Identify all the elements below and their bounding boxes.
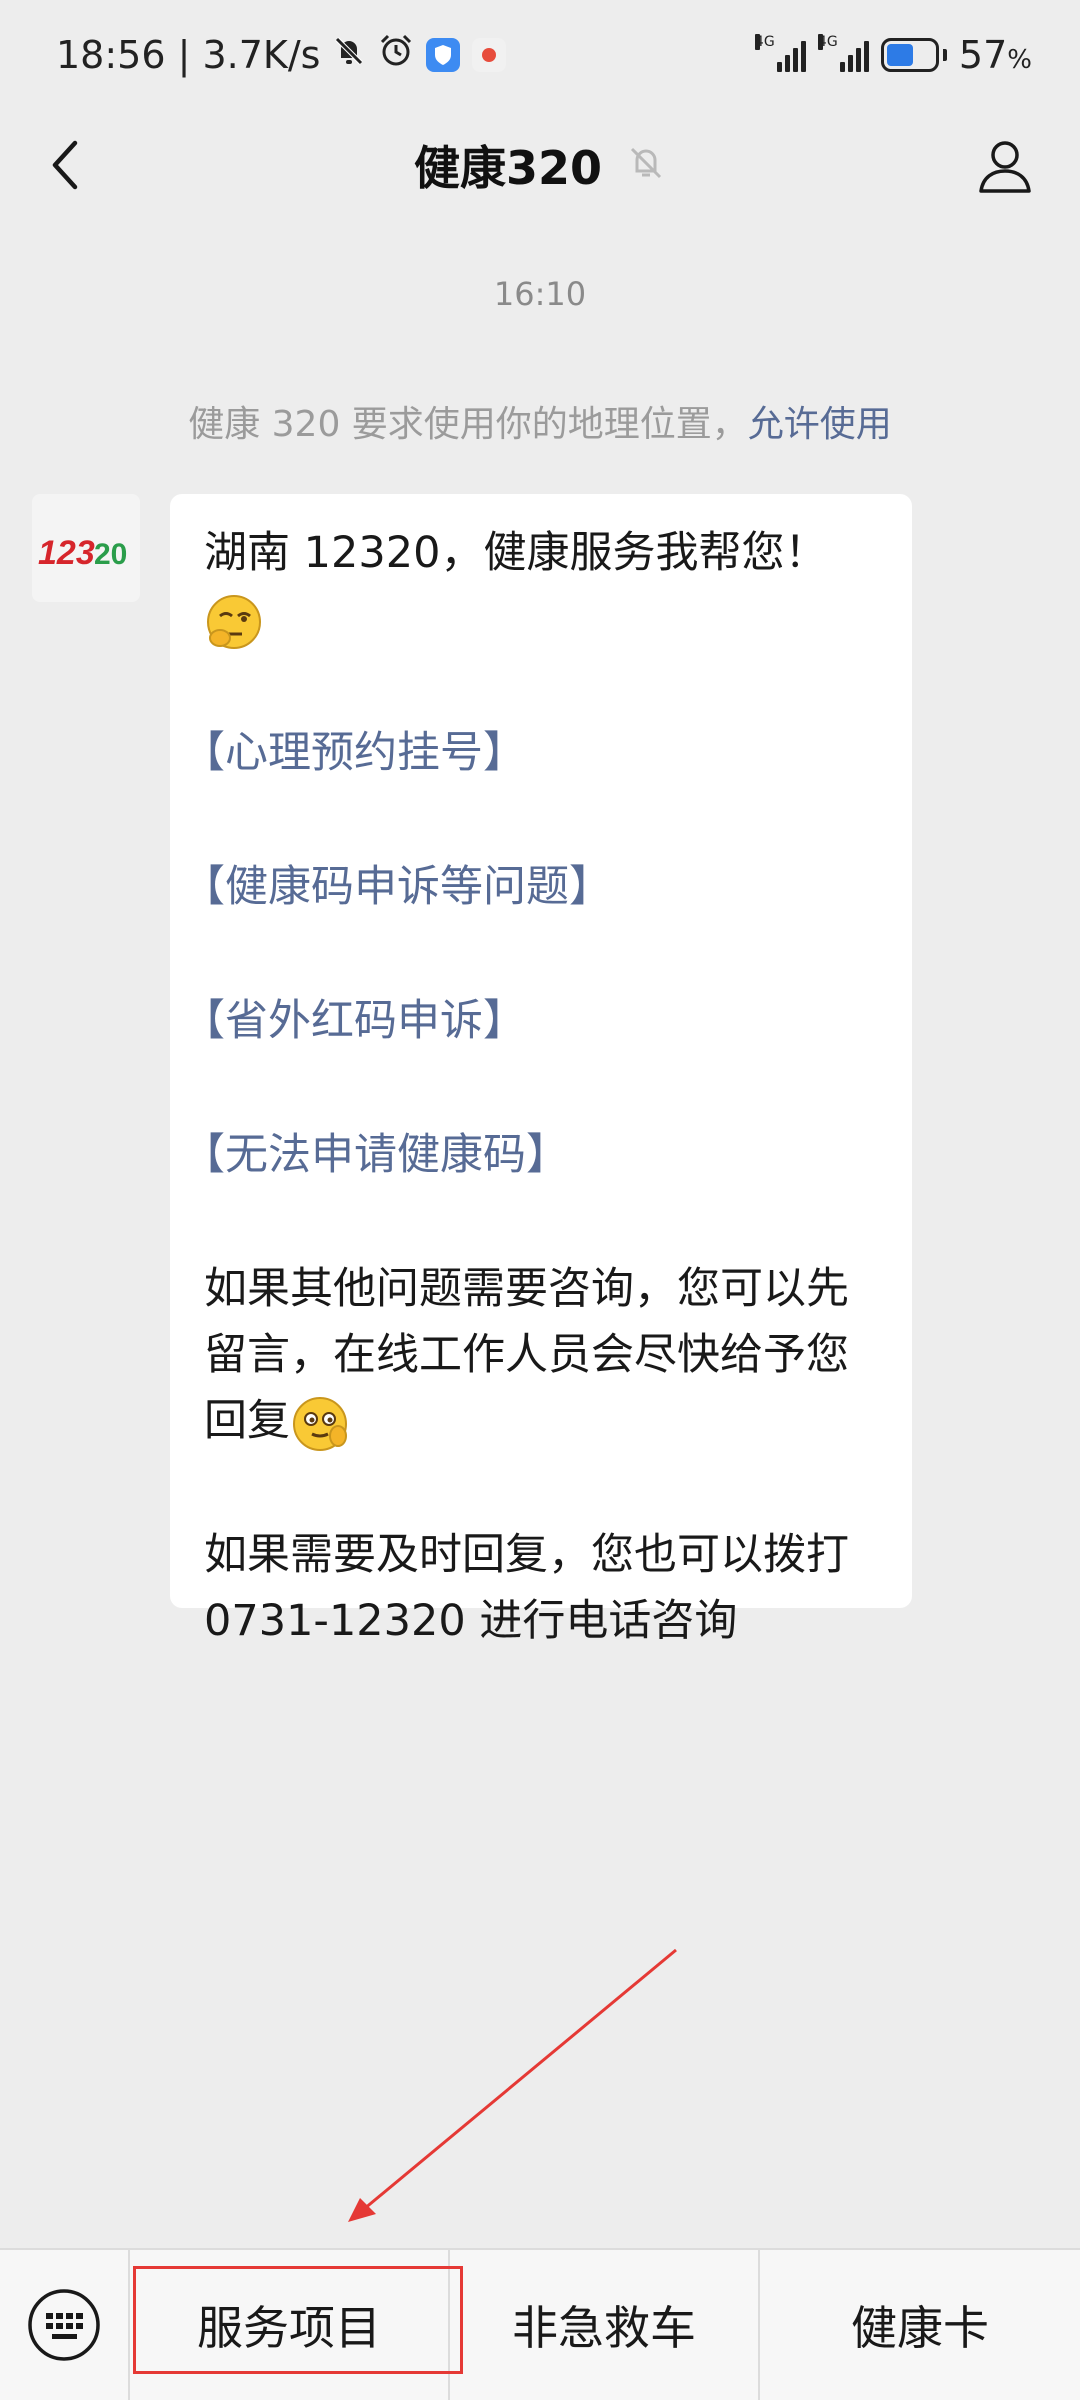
silent-icon bbox=[332, 33, 366, 77]
link-out-of-province-red-code[interactable]: 【省外红码申诉】 bbox=[182, 988, 882, 1054]
back-button[interactable] bbox=[30, 130, 100, 200]
status-time: 18:56 | 3.7K/s bbox=[56, 33, 321, 77]
system-message-text: 健康 320 要求使用你的地理位置， bbox=[188, 404, 748, 445]
menu-health-card[interactable]: 健康卡 bbox=[760, 2249, 1080, 2400]
profile-icon bbox=[979, 141, 1031, 193]
allow-location-link[interactable]: 允许使用 bbox=[748, 404, 892, 445]
status-right: 4G 4G 57% bbox=[754, 33, 1032, 77]
thinking-emoji-icon bbox=[204, 592, 264, 652]
annotation-highlight-box bbox=[133, 2266, 463, 2374]
status-bar: 18:56 | 3.7K/s 4G 4G 57% bbox=[0, 0, 1080, 110]
svg-text:123: 123 bbox=[38, 534, 95, 572]
battery-percent: 57% bbox=[958, 33, 1032, 77]
title-bar: 健康320 bbox=[0, 110, 1080, 220]
status-left: 18:56 | 3.7K/s bbox=[56, 33, 507, 78]
shield-app-icon bbox=[426, 38, 461, 72]
annotation-arrow-icon bbox=[348, 1948, 677, 2222]
link-health-code-appeal[interactable]: 【健康码申诉等问题】 bbox=[182, 854, 882, 920]
signal-icon-1: 4G bbox=[754, 34, 806, 72]
profile-button[interactable] bbox=[970, 128, 1040, 202]
message-bubble: 湖南 12320，健康服务我帮您！ 【心理预约挂号】 【健康码申诉等问题】 【省… bbox=[170, 494, 912, 1646]
keyboard-toggle-button[interactable] bbox=[0, 2249, 130, 2400]
title-wrap: 健康320 bbox=[414, 132, 666, 198]
keyboard-icon bbox=[28, 2289, 100, 2361]
signal-icon-2: 4G bbox=[817, 34, 869, 72]
back-icon bbox=[52, 140, 78, 190]
menu-non-emergency-ambulance[interactable]: 非急救车 bbox=[450, 2249, 760, 2400]
page-title: 健康320 bbox=[413, 141, 603, 195]
svg-text:20: 20 bbox=[94, 538, 127, 571]
greeting-text: 湖南 12320，健康服务我帮您！ bbox=[204, 528, 828, 578]
message-paragraph-1: 如果其他问题需要咨询，您可以先留言，在线工作人员会尽快给予您回复 bbox=[204, 1256, 882, 1454]
link-cannot-apply-code[interactable]: 【无法申请健康码】 bbox=[182, 1122, 882, 1188]
grinning-emoji-icon bbox=[290, 1394, 350, 1454]
logo-12320-icon: 123 20 bbox=[38, 534, 127, 572]
chat-timestamp: 16:10 bbox=[493, 275, 587, 313]
mute-bell-icon bbox=[626, 143, 666, 187]
alarm-icon bbox=[378, 33, 414, 78]
official-account-avatar[interactable]: 123 20 bbox=[32, 494, 140, 602]
greeting-line: 湖南 12320，健康服务我帮您！ bbox=[204, 520, 882, 652]
battery-icon bbox=[880, 38, 947, 72]
message-paragraph-2: 如果需要及时回复，您也可以拨打0731-12320 进行电话咨询 bbox=[204, 1530, 849, 1646]
link-psych-appointment[interactable]: 【心理预约挂号】 bbox=[182, 720, 882, 786]
record-icon bbox=[472, 38, 507, 72]
location-permission-notice: 健康 320 要求使用你的地理位置，允许使用 bbox=[0, 395, 1080, 447]
